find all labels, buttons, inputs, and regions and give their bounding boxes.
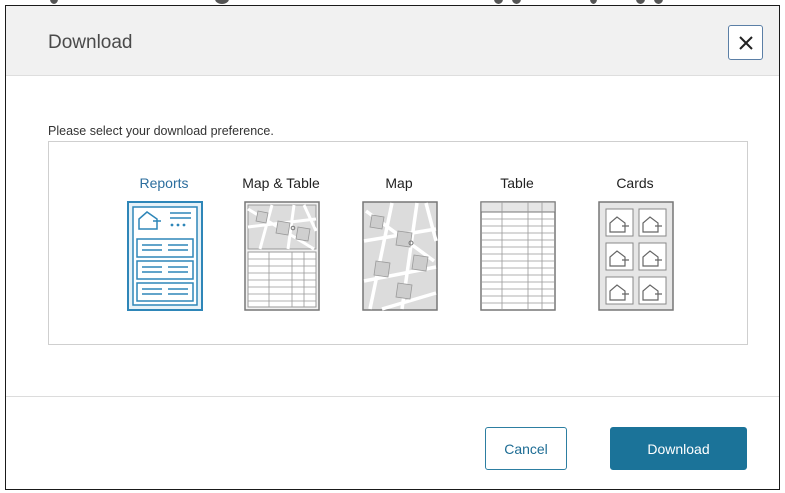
map-icon <box>362 201 438 311</box>
option-table-label: Table <box>500 175 534 191</box>
download-options: Reports Map & Table Map Table Cards <box>48 141 748 345</box>
report-doc-icon <box>127 201 203 311</box>
option-reports-label: Reports <box>139 175 189 191</box>
close-icon <box>738 35 753 50</box>
close-button[interactable] <box>728 25 763 60</box>
dialog-title: Download <box>48 32 133 53</box>
option-map-table-label: Map & Table <box>242 175 320 191</box>
dialog-header: Download <box>6 6 779 76</box>
option-map-label: Map <box>385 175 413 191</box>
option-cards[interactable]: Cards <box>590 142 680 322</box>
download-button[interactable]: Download <box>610 427 747 470</box>
table-icon <box>480 201 556 311</box>
download-prompt: Please select your download preference. <box>48 124 274 138</box>
option-map[interactable]: Map <box>354 142 444 322</box>
option-reports[interactable]: Reports <box>119 142 209 322</box>
option-cards-label: Cards <box>616 175 654 191</box>
cancel-button[interactable]: Cancel <box>485 427 567 470</box>
option-table[interactable]: Table <box>472 142 562 322</box>
map-table-icon <box>244 201 320 311</box>
footer-divider <box>6 396 779 397</box>
download-dialog: Download Please select your download pre… <box>5 5 780 490</box>
cards-icon <box>598 201 674 311</box>
option-map-table[interactable]: Map & Table <box>236 142 326 322</box>
